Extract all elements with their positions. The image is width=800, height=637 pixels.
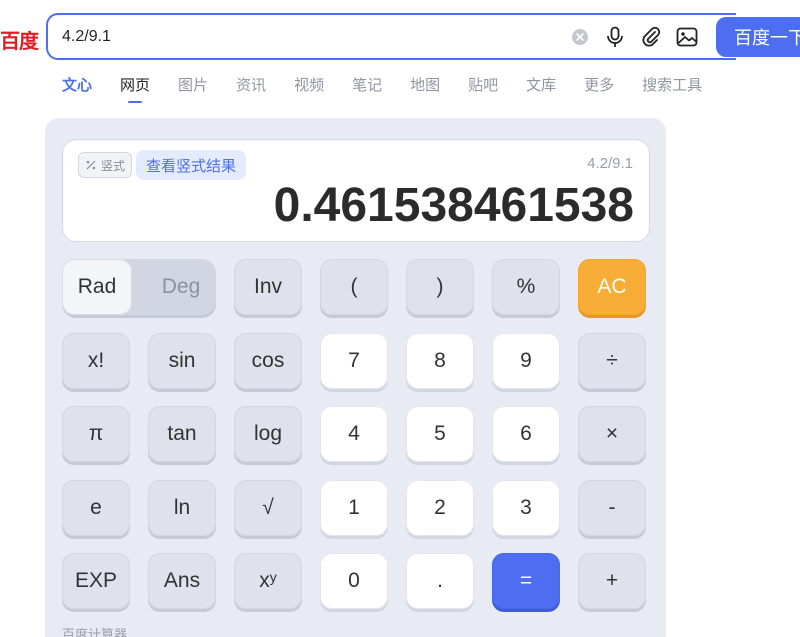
digit-4-key[interactable]: 4 <box>320 406 388 462</box>
tab-tieba[interactable]: 贴吧 <box>468 74 498 100</box>
calculator-card: 竖式 查看竖式结果 4.2/9.1 0.461538461538 Rad Deg… <box>45 118 666 637</box>
power-key[interactable]: xy <box>234 553 302 609</box>
rad-button[interactable]: Rad <box>62 259 132 315</box>
digit-6-key[interactable]: 6 <box>492 406 560 462</box>
plus-key[interactable]: + <box>578 553 646 609</box>
tab-notes[interactable]: 笔记 <box>352 74 382 100</box>
multiply-key[interactable]: × <box>578 406 646 462</box>
e-key[interactable]: e <box>62 480 130 536</box>
tab-wenku[interactable]: 文库 <box>526 74 556 100</box>
expression-text: 4.2/9.1 <box>587 155 633 172</box>
digit-1-key[interactable]: 1 <box>320 480 388 536</box>
tab-web[interactable]: 网页 <box>120 74 150 100</box>
divide-key[interactable]: ÷ <box>578 333 646 389</box>
ans-key[interactable]: Ans <box>148 553 216 609</box>
percent-key[interactable]: % <box>492 259 560 315</box>
digit-0-key[interactable]: 0 <box>320 553 388 609</box>
minus-key[interactable]: - <box>578 480 646 536</box>
factorial-key[interactable]: x! <box>62 333 130 389</box>
tab-map[interactable]: 地图 <box>410 74 440 100</box>
clear-icon[interactable] <box>568 25 592 49</box>
tab-video[interactable]: 视频 <box>294 74 324 100</box>
inv-key[interactable]: Inv <box>234 259 302 315</box>
search-tabs: 文心 网页 图片 资讯 视频 笔记 地图 贴吧 文库 更多 搜索工具 <box>62 74 730 100</box>
tan-key[interactable]: tan <box>148 406 216 462</box>
all-clear-key[interactable]: AC <box>578 259 646 315</box>
sin-key[interactable]: sin <box>148 333 216 389</box>
equals-key[interactable]: = <box>492 553 560 609</box>
sqrt-key[interactable]: √ <box>234 480 302 536</box>
pi-key[interactable]: π <box>62 406 130 462</box>
digit-3-key[interactable]: 3 <box>492 480 560 536</box>
tab-wenxin[interactable]: 文心 <box>62 74 92 100</box>
calculator-footer-label: 百度计算器 <box>62 628 128 637</box>
view-vertical-result-link[interactable]: 查看竖式结果 <box>136 150 247 180</box>
digit-8-key[interactable]: 8 <box>406 333 474 389</box>
power-base: x <box>259 569 270 592</box>
microphone-icon[interactable] <box>603 25 627 49</box>
baidu-logo[interactable]: 百度 <box>0 25 39 54</box>
search-input[interactable] <box>62 15 542 58</box>
exp-key[interactable]: EXP <box>62 553 130 609</box>
calculator-display: 竖式 查看竖式结果 4.2/9.1 0.461538461538 <box>62 139 650 242</box>
vertical-mode-button[interactable]: 竖式 <box>78 152 133 178</box>
decimal-point-key[interactable]: . <box>406 553 474 609</box>
ln-key[interactable]: ln <box>148 480 216 536</box>
digit-9-key[interactable]: 9 <box>492 333 560 389</box>
power-exponent: y <box>269 569 277 585</box>
search-box <box>46 13 736 60</box>
attachment-icon[interactable] <box>639 25 663 49</box>
result-value: 0.461538461538 <box>273 179 634 232</box>
angle-mode-toggle[interactable]: Rad Deg <box>62 259 216 315</box>
tab-search-tools[interactable]: 搜索工具 <box>642 74 702 100</box>
deg-button[interactable]: Deg <box>146 259 216 315</box>
search-button[interactable]: 百度一下 <box>716 17 800 57</box>
cos-key[interactable]: cos <box>234 333 302 389</box>
left-paren-key[interactable]: ( <box>320 259 388 315</box>
tab-more[interactable]: 更多 <box>584 74 614 100</box>
digit-2-key[interactable]: 2 <box>406 480 474 536</box>
tab-images[interactable]: 图片 <box>178 74 208 100</box>
fraction-icon <box>86 160 96 170</box>
right-paren-key[interactable]: ) <box>406 259 474 315</box>
tab-news[interactable]: 资讯 <box>236 74 266 100</box>
vertical-tag-label: 竖式 <box>101 158 126 173</box>
log-key[interactable]: log <box>234 406 302 462</box>
image-search-icon[interactable] <box>675 25 699 49</box>
digit-5-key[interactable]: 5 <box>406 406 474 462</box>
digit-7-key[interactable]: 7 <box>320 333 388 389</box>
